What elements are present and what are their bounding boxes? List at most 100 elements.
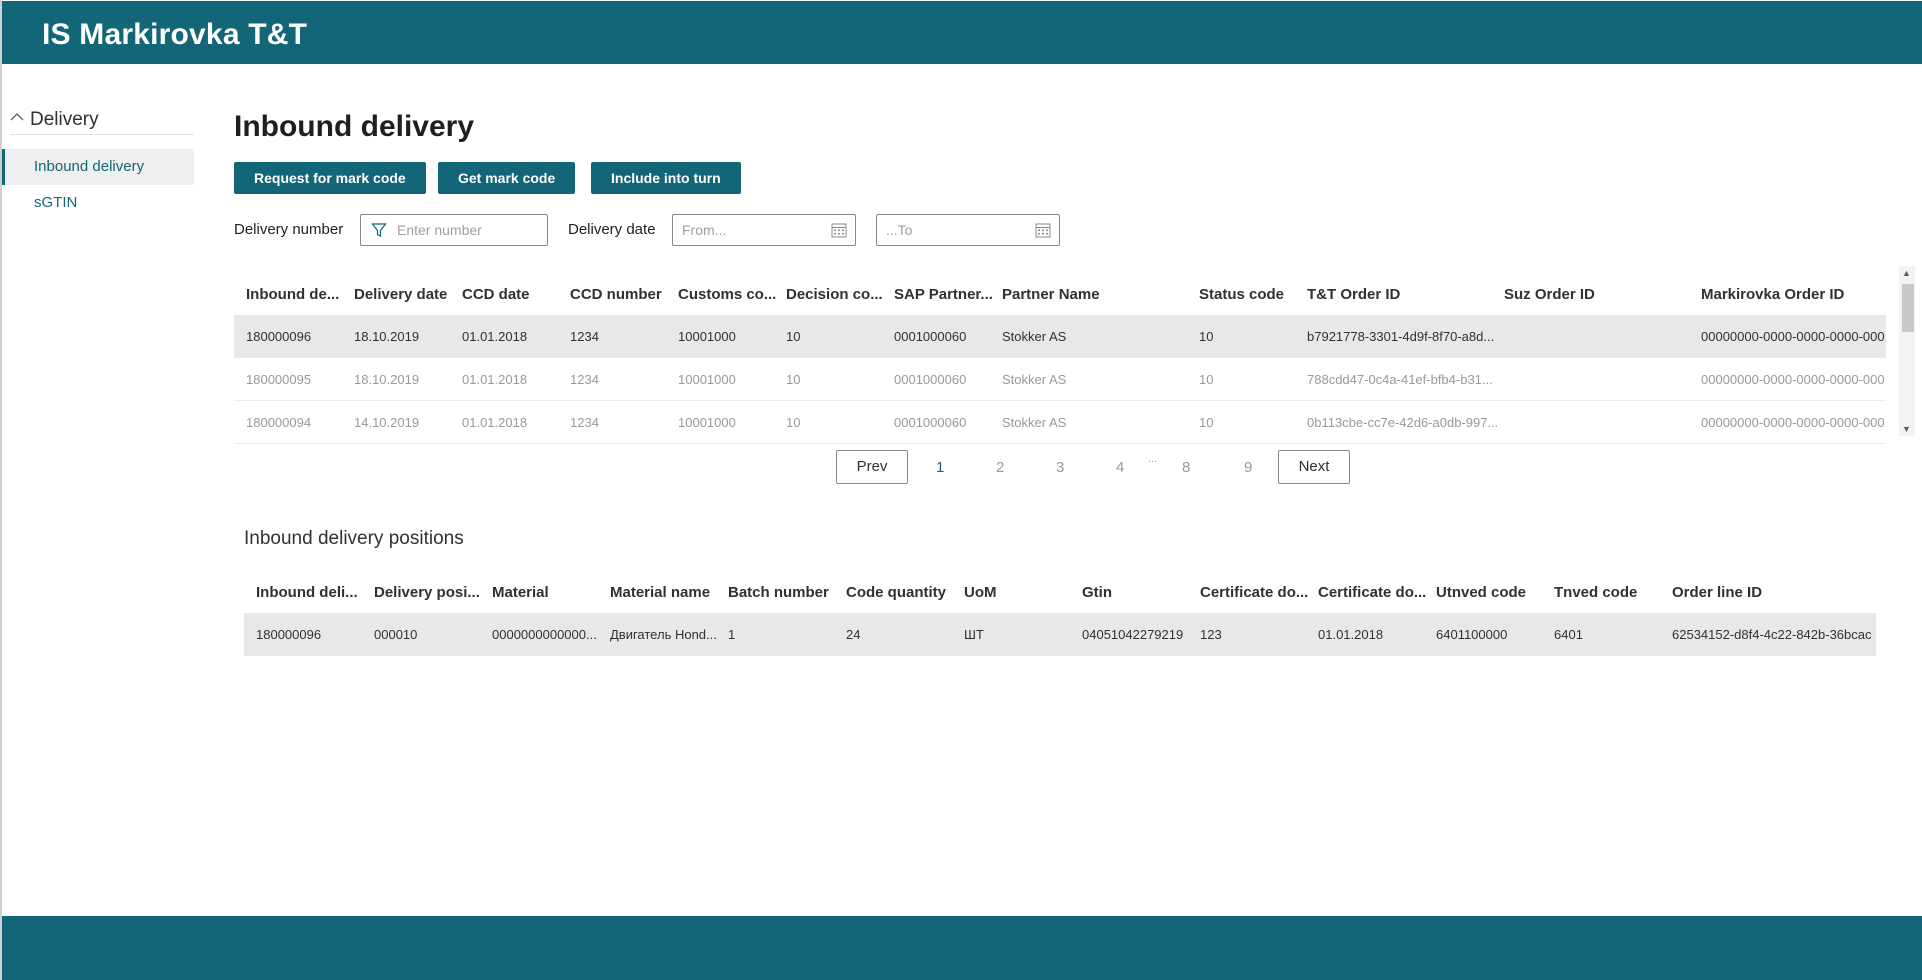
table-cell: ШТ: [964, 627, 984, 642]
column-header[interactable]: Material name: [610, 584, 710, 601]
table-row[interactable]: 180000094 14.10.2019 01.01.2018 1234 100…: [234, 401, 1886, 444]
page-number[interactable]: 4: [1116, 459, 1124, 476]
page-title: Inbound delivery: [234, 110, 475, 143]
table-cell: Stokker AS: [1002, 415, 1067, 430]
table-cell: 1234: [570, 329, 599, 344]
scroll-up-icon[interactable]: ▲: [1902, 268, 1911, 278]
table-cell: 10001000: [678, 372, 736, 387]
column-header[interactable]: Gtin: [1082, 584, 1112, 601]
positions-section-title: Inbound delivery positions: [244, 528, 464, 549]
page-number[interactable]: 8: [1182, 459, 1190, 476]
page-number[interactable]: 9: [1244, 459, 1252, 476]
sidebar-item-inbound-delivery[interactable]: Inbound delivery: [2, 149, 194, 185]
table-cell: 788cdd47-0c4a-41ef-bfb4-b31...: [1307, 372, 1493, 387]
table-cell: 01.01.2018: [462, 415, 528, 430]
table-cell: 00000000-0000-0000-0000-000...: [1701, 372, 1886, 387]
delivery-date-label: Delivery date: [568, 221, 656, 238]
table-cell: 0001000060: [894, 329, 967, 344]
sidebar-group-delivery[interactable]: Delivery: [10, 100, 194, 135]
sidebar-group-label: Delivery: [30, 109, 99, 130]
table-row[interactable]: 180000096 000010 0000000000000... Двигат…: [244, 613, 1876, 656]
get-mark-code-button[interactable]: Get mark code: [438, 162, 576, 194]
scroll-down-icon[interactable]: ▼: [1902, 424, 1911, 434]
table-cell: 6401: [1554, 627, 1583, 642]
app-title: IS Markirovka T&T: [42, 18, 308, 51]
sidebar-item-sgtin[interactable]: sGTIN: [2, 185, 194, 221]
table-row[interactable]: 180000096 18.10.2019 01.01.2018 1234 100…: [234, 315, 1886, 358]
include-into-turn-button[interactable]: Include into turn: [591, 162, 741, 194]
table-cell: 04051042279219: [1082, 627, 1184, 642]
table-header: Inbound de... Delivery date CCD date CCD…: [234, 272, 1886, 315]
table-cell: 6401100000: [1436, 627, 1508, 642]
prev-page-button[interactable]: Prev: [836, 450, 908, 484]
column-header[interactable]: T&T Order ID: [1307, 286, 1400, 303]
table-cell: 01.01.2018: [462, 372, 528, 387]
table-cell: 0b113cbe-cc7e-42d6-a0db-997...: [1307, 415, 1497, 430]
column-header[interactable]: Tnved code: [1554, 584, 1637, 601]
date-from-input[interactable]: From...: [672, 214, 856, 246]
sidebar: Delivery Inbound delivery sGTIN: [2, 100, 194, 221]
column-header[interactable]: Markirovka Order ID: [1701, 286, 1844, 303]
column-header[interactable]: CCD number: [570, 286, 662, 303]
chevron-up-icon: [10, 110, 24, 125]
app-window: IS Markirovka T&T Delivery Inbound deliv…: [0, 0, 1922, 980]
column-header[interactable]: Certificate do...: [1200, 584, 1308, 601]
request-mark-code-button[interactable]: Request for mark code: [234, 162, 426, 194]
column-header[interactable]: Inbound deli...: [256, 584, 358, 601]
column-header[interactable]: Delivery date: [354, 286, 447, 303]
table-row[interactable]: 180000095 18.10.2019 01.01.2018 1234 100…: [234, 358, 1886, 401]
table-cell: 14.10.2019: [354, 415, 420, 430]
column-header[interactable]: Utnved code: [1436, 584, 1526, 601]
page-number[interactable]: 1: [936, 459, 944, 476]
page-ellipsis: ...: [1148, 453, 1158, 465]
column-header[interactable]: Partner Name: [1002, 286, 1100, 303]
column-header[interactable]: Decision co...: [786, 286, 883, 303]
date-to-input[interactable]: ...To: [876, 214, 1060, 246]
column-header[interactable]: Code quantity: [846, 584, 946, 601]
column-header[interactable]: SAP Partner...: [894, 286, 993, 303]
table-cell: 1234: [570, 372, 599, 387]
table-cell: 10: [786, 372, 801, 387]
calendar-icon[interactable]: [1035, 222, 1051, 243]
table-cell: 10001000: [678, 329, 736, 344]
column-header[interactable]: Suz Order ID: [1504, 286, 1595, 303]
column-header[interactable]: Customs co...: [678, 286, 776, 303]
table-cell: Stokker AS: [1002, 372, 1067, 387]
table-cell: Stokker AS: [1002, 329, 1067, 344]
table-cell: 123: [1200, 627, 1222, 642]
column-header[interactable]: Inbound de...: [246, 286, 339, 303]
delivery-number-input[interactable]: Enter number: [360, 214, 548, 246]
app-footer: [2, 916, 1922, 980]
column-header[interactable]: UoM: [964, 584, 997, 601]
table-scrollbar[interactable]: ▲ ▼: [1899, 266, 1915, 436]
page-number[interactable]: 3: [1056, 459, 1064, 476]
page-number[interactable]: 2: [996, 459, 1004, 476]
next-page-button[interactable]: Next: [1278, 450, 1350, 484]
calendar-icon[interactable]: [831, 222, 847, 243]
column-header[interactable]: CCD date: [462, 286, 530, 303]
table-cell: Двигатель Hond...: [610, 627, 717, 642]
column-header[interactable]: Batch number: [728, 584, 829, 601]
column-header[interactable]: Material: [492, 584, 549, 601]
table-cell: 10: [786, 415, 801, 430]
table-cell: 180000096: [256, 627, 322, 642]
table-cell: 10: [786, 329, 801, 344]
column-header[interactable]: Delivery posi...: [374, 584, 480, 601]
date-to-placeholder: ...To: [886, 222, 913, 238]
column-header[interactable]: Certificate do...: [1318, 584, 1426, 601]
table-cell: 10: [1199, 372, 1214, 387]
table-cell: 1234: [570, 415, 599, 430]
table-cell: 62534152-d8f4-4c22-842b-36bcac...: [1672, 627, 1872, 642]
delivery-number-placeholder: Enter number: [397, 222, 482, 238]
column-header[interactable]: Order line ID: [1672, 584, 1762, 601]
delivery-number-label: Delivery number: [234, 221, 344, 238]
filter-icon: [371, 222, 387, 243]
table-cell: 0001000060: [894, 372, 967, 387]
table-cell: 00000000-0000-0000-0000-000...: [1701, 329, 1886, 344]
table-cell: 10001000: [678, 415, 736, 430]
table-cell: 1: [728, 627, 736, 642]
table-cell: 000010: [374, 627, 418, 642]
scroll-thumb[interactable]: [1902, 284, 1914, 332]
column-header[interactable]: Status code: [1199, 286, 1284, 303]
table-cell: 180000095: [246, 372, 312, 387]
